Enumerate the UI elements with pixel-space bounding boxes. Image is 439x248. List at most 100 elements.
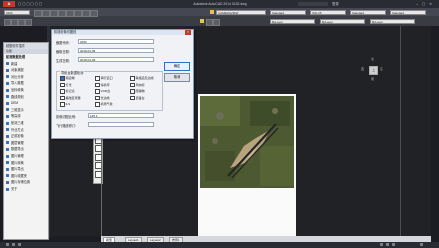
status-icon[interactable]: [18, 243, 21, 246]
tool-button[interactable]: [4, 18, 11, 26]
detection-checkbox[interactable]: 停机坪: [95, 82, 110, 88]
checkbox-box[interactable]: [130, 82, 135, 88]
generate-date-input[interactable]: 2019-01-06: [78, 57, 154, 62]
tool-button[interactable]: [50, 9, 58, 17]
palette-item[interactable]: 图层管理: [4, 140, 48, 147]
palette-item[interactable]: 对象捕捉: [4, 67, 48, 74]
checkbox-box[interactable]: [60, 95, 65, 101]
detection-checkbox[interactable]: 机场气象: [95, 102, 113, 107]
tool-button[interactable]: [66, 9, 74, 17]
tool-button[interactable]: [90, 9, 98, 17]
checkbox-box[interactable]: [60, 102, 65, 107]
multileader-style-dropdown[interactable]: Standard: [390, 9, 426, 15]
linetype-dropdown[interactable]: ByLayer: [320, 18, 365, 24]
status-icon[interactable]: [6, 243, 9, 246]
quick-access-toolbar[interactable]: ▢ ▢ ▢ ▢ ▢ ▢: [18, 0, 42, 8]
text-style-dropdown[interactable]: Standard: [270, 9, 306, 15]
scale-input[interactable]: 125.1: [88, 113, 154, 118]
code-input[interactable]: 0152: [78, 39, 154, 44]
palette-item[interactable]: 三维显示: [4, 107, 48, 114]
tool-button[interactable]: [42, 9, 50, 17]
checkbox-box[interactable]: [60, 82, 65, 88]
status-icon[interactable]: [380, 243, 383, 246]
checkbox-box[interactable]: [60, 89, 65, 94]
color-dropdown[interactable]: ByLayer: [270, 18, 315, 24]
detection-checkbox[interactable]: 跑道端: [60, 76, 75, 81]
palette-item[interactable]: 对比分析: [4, 74, 48, 81]
checkbox-box[interactable]: [60, 76, 65, 81]
checkbox-box[interactable]: [130, 95, 135, 101]
palette-item[interactable]: 新建: [4, 61, 48, 68]
status-icon[interactable]: [12, 243, 15, 246]
autocad-logo-icon[interactable]: A: [3, 1, 15, 7]
checkbox-box[interactable]: [95, 102, 100, 107]
detection-checkbox[interactable]: 灯光: [60, 82, 72, 88]
signin-link[interactable]: 登录: [332, 0, 339, 8]
workspace-dropdown[interactable]: 0152: [4, 9, 30, 15]
layer-bulb-icon[interactable]: [210, 10, 214, 14]
aerial-image[interactable]: [200, 96, 294, 188]
viewcube-face[interactable]: 上: [369, 66, 378, 75]
palette-item[interactable]: 图片管理: [4, 153, 48, 160]
detection-checkbox[interactable]: 自备台: [130, 95, 145, 101]
tool-button[interactable]: [58, 9, 66, 17]
tool-button[interactable]: [74, 9, 82, 17]
tool-button[interactable]: [213, 18, 220, 26]
cancel-button[interactable]: 取消: [164, 73, 190, 82]
detection-checkbox[interactable]: VOR台: [95, 89, 110, 94]
detection-checkbox[interactable]: 联络道及边线: [130, 76, 154, 81]
scale-label: 影像切图比例:: [56, 115, 77, 119]
tool-button[interactable]: [34, 9, 42, 17]
window-controls[interactable]: –▢✕: [416, 0, 436, 8]
palette-item[interactable]: 外业打点: [4, 127, 48, 134]
checkbox-box[interactable]: [95, 95, 100, 101]
status-icon[interactable]: [392, 243, 395, 246]
viewcube-west[interactable]: 西: [361, 67, 364, 71]
viewcube[interactable]: 北 西 上 东 南: [361, 57, 385, 83]
palette-item[interactable]: 数据导出: [4, 146, 48, 153]
search-input[interactable]: [298, 2, 328, 6]
dim-style-dropdown[interactable]: ISO-25: [310, 9, 346, 15]
detection-checkbox[interactable]: ILS: [60, 102, 70, 107]
checkbox-box[interactable]: [130, 89, 135, 94]
layer-bulb-icon[interactable]: [200, 19, 204, 23]
note-input[interactable]: [88, 122, 154, 127]
checkbox-box[interactable]: [130, 76, 135, 81]
palette-item[interactable]: 坐标转换: [4, 87, 48, 94]
tool-button[interactable]: [25, 18, 32, 26]
checkbox-box[interactable]: [95, 89, 100, 94]
capture-date-input[interactable]: 2019-01-06: [78, 48, 154, 53]
palette-item[interactable]: 导入数据: [4, 80, 48, 87]
status-icon[interactable]: [420, 243, 423, 246]
palette-item[interactable]: 路线规划: [4, 94, 48, 101]
lineweight-dropdown[interactable]: ByLayer: [370, 18, 415, 24]
palette-item[interactable]: 等高线: [4, 113, 48, 120]
tool-button[interactable]: [11, 18, 18, 26]
palette-item[interactable]: DEM: [4, 100, 48, 107]
viewcube-north[interactable]: 北: [371, 57, 374, 61]
tool-button[interactable]: [82, 9, 90, 17]
tool-button[interactable]: [18, 18, 25, 26]
palette-item[interactable]: 正射影像: [4, 133, 48, 140]
layer-dropdown[interactable]: CAMERAVIEW: [216, 9, 266, 15]
table-style-dropdown[interactable]: Standard: [350, 9, 386, 15]
detection-checkbox[interactable]: 风向标: [130, 82, 145, 88]
ok-button[interactable]: 确定: [164, 62, 190, 71]
palette-item[interactable]: 图片存储位置: [4, 179, 48, 186]
detection-checkbox[interactable]: 滑行道口: [95, 76, 113, 81]
palette-item[interactable]: 图片转换: [4, 160, 48, 167]
viewcube-south[interactable]: 南: [371, 77, 374, 81]
palette-item[interactable]: 图片导出: [4, 166, 48, 173]
palette-item[interactable]: 图片收藏夹: [4, 173, 48, 180]
checkbox-box[interactable]: [95, 82, 100, 88]
detection-checkbox[interactable]: 障碍物: [130, 89, 145, 94]
checkbox-box[interactable]: [95, 76, 100, 81]
palette-item[interactable]: 关于: [4, 186, 48, 193]
detection-checkbox[interactable]: 长边线: [95, 95, 110, 101]
palette-item[interactable]: 航测三维: [4, 120, 48, 127]
detection-checkbox[interactable]: 标记点: [60, 89, 75, 94]
detection-checkbox[interactable]: 着陆区测量: [60, 95, 81, 101]
viewcube-east[interactable]: 东: [380, 67, 383, 71]
tool-button[interactable]: [206, 18, 213, 26]
status-icon[interactable]: [386, 243, 389, 246]
